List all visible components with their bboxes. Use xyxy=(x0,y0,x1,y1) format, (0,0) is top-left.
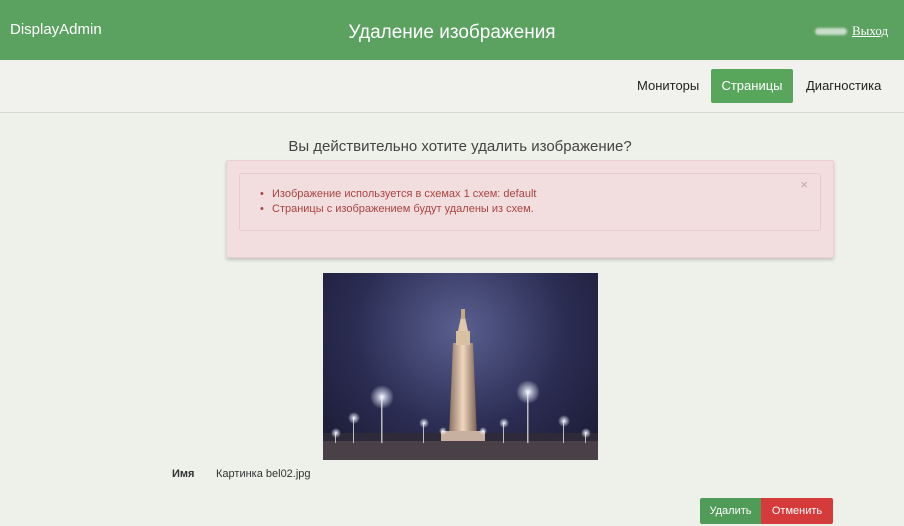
warning-list: Изображение используется в схемах 1 схем… xyxy=(260,187,536,217)
warning-item: Страницы с изображением будут удалены из… xyxy=(260,202,536,217)
cancel-button[interactable]: Отменить xyxy=(761,498,833,524)
nav-item-pages[interactable]: Страницы xyxy=(711,69,793,103)
image-preview xyxy=(323,273,598,460)
close-icon[interactable]: × xyxy=(800,177,808,192)
nav-bar: Мониторы Страницы Диагностика xyxy=(0,60,904,113)
nav-item-diagnostics[interactable]: Диагностика xyxy=(806,69,881,103)
page-title: Удаление изображения xyxy=(348,22,556,43)
image-name-value: Картинка bel02.jpg xyxy=(216,468,311,480)
header-bar: DisplayAdmin Удаление изображения Выход xyxy=(0,0,904,60)
warning-alert: Изображение используется в схемах 1 схем… xyxy=(226,160,834,258)
image-name-label: Имя xyxy=(172,468,195,480)
monument-photo xyxy=(323,309,598,460)
nav-item-monitors[interactable]: Мониторы xyxy=(637,69,699,103)
warning-alert-body: Изображение используется в схемах 1 схем… xyxy=(239,173,821,231)
delete-question: Вы действительно хотите удалить изображе… xyxy=(288,138,632,155)
logout-link[interactable]: Выход xyxy=(852,23,888,39)
delete-button[interactable]: Удалить xyxy=(700,498,761,524)
warning-item: Изображение используется в схемах 1 схем… xyxy=(260,187,536,202)
username-blurred xyxy=(815,28,847,35)
